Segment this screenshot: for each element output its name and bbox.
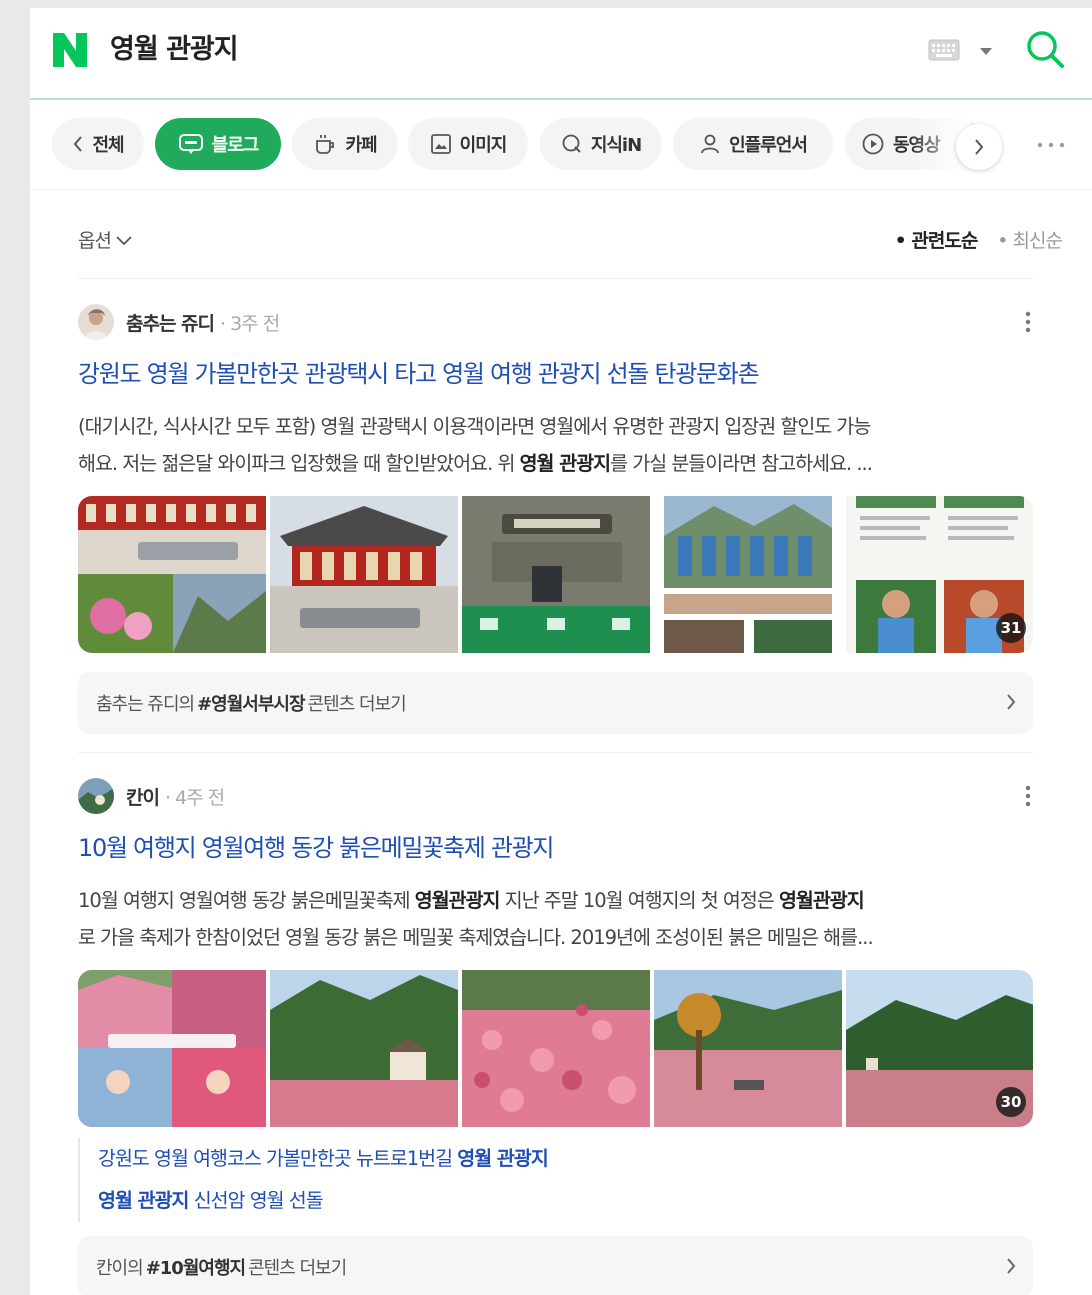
divider [78, 752, 1033, 753]
blog-post: 칸이 · 4주 전 10월 여행지 영월여행 동강 붉은메밀꽃축제 관광지 10… [78, 778, 1033, 1295]
related-keyword: 영월 관광지 [457, 1147, 548, 1170]
tab-label: 이미지 [459, 135, 508, 156]
thumbnail[interactable] [270, 970, 458, 1127]
related-post-link[interactable]: 영월 관광지 신선암 영월 선돌 [98, 1180, 1033, 1222]
tab-label: 지식iN [590, 135, 642, 156]
more-horizontal-icon[interactable] [1034, 135, 1068, 155]
keyboard-icon[interactable] [928, 39, 960, 61]
tab-blog[interactable]: 블로그 [155, 118, 281, 170]
more-label: 콘텐츠 더보기 [307, 694, 407, 715]
related-text: 신선암 영월 선돌 [188, 1189, 324, 1212]
post-author-row: 춤추는 쥬디 · 3주 전 [78, 304, 1033, 340]
thumbnail[interactable] [654, 970, 842, 1127]
description-line: 로 가을 축제가 한참이었던 영월 동강 붉은 메밀꽃 축제였습니다. 2019… [78, 926, 874, 949]
caret-down-icon[interactable] [976, 41, 996, 61]
options-toggle[interactable]: 옵션 [78, 226, 133, 253]
description-keyword: 영월 관광지 [519, 452, 611, 475]
sort-latest-label: 최신순 [1012, 230, 1063, 252]
description-text: 지난 주말 10월 여행지의 첫 여정은 [499, 889, 779, 912]
thumbnail[interactable] [654, 496, 842, 653]
related-posts: 강원도 영월 여행코스 가볼만한곳 뉴트로1번길 영월 관광지 영월 관광지 신… [78, 1138, 1033, 1222]
tab-label: 카페 [345, 135, 377, 156]
thumbnail[interactable] [462, 970, 650, 1127]
blog-post: 춤추는 쥬디 · 3주 전 강원도 영월 가볼만한곳 관광택시 타고 영월 여행… [78, 304, 1033, 734]
sort-latest[interactable]: • 최신순 [997, 226, 1063, 253]
sort-options: • 관련도순 • 최신순 [895, 226, 1063, 253]
description-keyword: 영월관광지 [414, 889, 501, 912]
photo-count-badge: 31 [996, 613, 1026, 643]
more-author: 춤추는 쥬디의 [96, 694, 195, 715]
post-thumbnails: 31 [78, 496, 1033, 653]
more-vertical-icon[interactable] [1023, 310, 1033, 334]
sort-relevance-label: 관련도순 [911, 230, 978, 252]
description-line: 해요. 저는 젊은달 와이파크 입장했을 때 할인받았어요. 위 영월 관광지를… [78, 445, 1033, 482]
chevron-left-icon [74, 136, 83, 152]
description-text: 해요. 저는 젊은달 와이파크 입장했을 때 할인받았어요. 위 [78, 452, 520, 475]
chevron-down-icon [116, 235, 132, 245]
image-icon [430, 134, 451, 154]
tab-label: 인플루언서 [729, 135, 808, 156]
thumbnail[interactable] [462, 496, 650, 653]
tab-label: 전체 [92, 135, 124, 156]
post-time: · 4주 전 [164, 786, 225, 809]
tab-influencer[interactable]: 인플루언서 [673, 118, 833, 170]
post-title-link[interactable]: 10월 여행지 영월여행 동강 붉은메밀꽃축제 관광지 [78, 828, 554, 863]
avatar[interactable] [78, 304, 114, 340]
tab-all[interactable]: 전체 [52, 118, 144, 170]
related-keyword: 영월 관광지 [98, 1189, 189, 1212]
more-hashtag: #10월여행지 [145, 1258, 246, 1279]
tab-kin[interactable]: 지식iN [540, 118, 662, 170]
search-query[interactable]: 영월 관광지 [110, 30, 239, 70]
thumbnail[interactable] [78, 970, 266, 1127]
related-text: 강원도 영월 여행코스 가볼만한곳 뉴트로1번길 [98, 1147, 458, 1170]
post-description[interactable]: 10월 여행지 영월여행 동강 붉은메밀꽃축제 영월관광지 지난 주말 10월 … [78, 882, 1033, 956]
tab-image[interactable]: 이미지 [408, 118, 528, 170]
search-icon[interactable] [1024, 28, 1066, 70]
thumbnail[interactable] [78, 496, 266, 653]
post-description[interactable]: (대기시간, 식사시간 모두 포함) 영월 관광택시 이용객이라면 영월에서 유… [78, 408, 1033, 482]
thumbnail[interactable] [270, 496, 458, 653]
search-tabs: 전체 블로그 카페 이미지 지식iN 인플루언서 동영상 [30, 100, 1092, 190]
more-author: 칸이의 [96, 1258, 144, 1279]
thumbnail[interactable]: 30 [846, 970, 1033, 1127]
more-content-link[interactable]: 칸이의 #10월여행지 콘텐츠 더보기 [78, 1236, 1033, 1295]
avatar[interactable] [78, 778, 114, 814]
more-content-link[interactable]: 춤추는 쥬디의 #영월서부시장 콘텐츠 더보기 [78, 672, 1033, 734]
post-thumbnails: 30 [78, 970, 1033, 1127]
related-post-link[interactable]: 강원도 영월 여행코스 가볼만한곳 뉴트로1번길 영월 관광지 [98, 1138, 1033, 1180]
post-title-link[interactable]: 강원도 영월 가볼만한곳 관광택시 타고 영월 여행 관광지 선돌 탄광문화촌 [78, 354, 760, 389]
thumbnail[interactable]: 31 [846, 496, 1033, 653]
description-text: 를 가실 분들이라면 참고하세요. ... [610, 452, 873, 475]
options-label: 옵션 [78, 230, 112, 252]
chevron-right-icon [1007, 694, 1016, 710]
sort-relevance[interactable]: • 관련도순 [895, 226, 979, 253]
photo-count-badge: 30 [996, 1087, 1026, 1117]
divider [78, 278, 1033, 279]
cafe-cup-icon [316, 135, 335, 154]
tabs-next-button[interactable] [956, 124, 1002, 170]
description-keyword: 영월관광지 [778, 889, 865, 912]
author-name[interactable]: 칸이 [126, 783, 160, 810]
q-icon [562, 134, 581, 153]
more-label: 콘텐츠 더보기 [248, 1258, 347, 1279]
post-author-row: 칸이 · 4주 전 [78, 778, 1033, 814]
post-time: · 3주 전 [220, 312, 280, 335]
author-name[interactable]: 춤추는 쥬디 [126, 309, 215, 336]
search-header: 영월 관광지 [30, 8, 1092, 100]
blog-icon [178, 134, 203, 154]
description-line: 10월 여행지 영월여행 동강 붉은메밀꽃축제 영월관광지 지난 주말 10월 … [78, 882, 1033, 919]
description-text: 10월 여행지 영월여행 동강 붉은메밀꽃축제 [78, 889, 415, 912]
search-results-page: 영월 관광지 전체 블로그 카페 이미지 지식iN 인플루언서 옵션 • 관련도… [30, 8, 1092, 1295]
tab-cafe[interactable]: 카페 [292, 118, 398, 170]
description-line: (대기시간, 식사시간 모두 포함) 영월 관광택시 이용객이라면 영월에서 유… [78, 415, 871, 438]
more-vertical-icon[interactable] [1023, 784, 1033, 808]
tab-label: 블로그 [211, 135, 260, 156]
person-icon [701, 134, 719, 154]
more-hashtag: #영월서부시장 [197, 694, 305, 715]
naver-logo[interactable] [50, 30, 90, 70]
chevron-right-icon [975, 139, 984, 155]
play-icon [862, 133, 884, 155]
chevron-right-icon [1007, 1258, 1016, 1274]
